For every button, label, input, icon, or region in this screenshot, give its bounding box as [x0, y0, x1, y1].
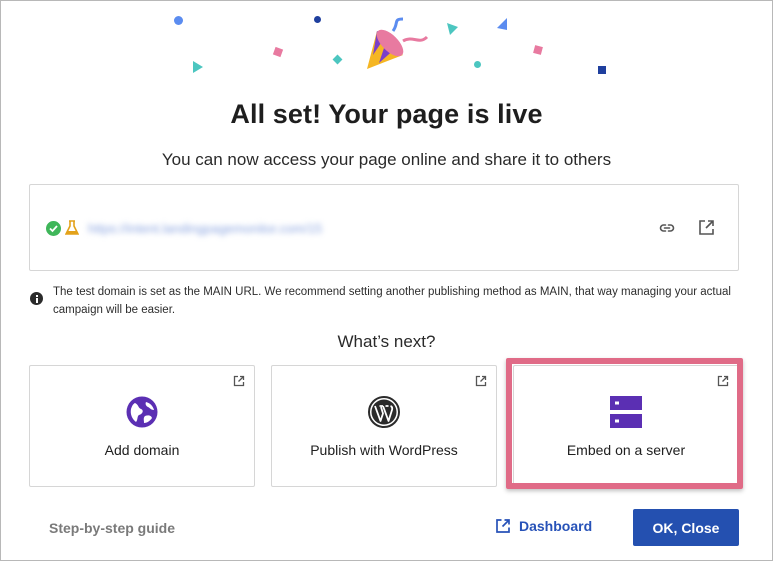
ok-close-button[interactable]: OK, Close — [633, 509, 739, 546]
card-label: Embed on a server — [566, 442, 686, 458]
external-link-icon — [496, 519, 510, 533]
info-icon — [30, 292, 43, 305]
card-label: Publish with WordPress — [310, 442, 458, 458]
wordpress-icon — [368, 396, 400, 428]
check-circle-icon — [46, 221, 61, 236]
card-label: Add domain — [104, 442, 180, 458]
page-subtitle: You can now access your page online and … — [161, 150, 612, 169]
live-url-link[interactable]: https://intent.landingpagemonitor.com/15 — [88, 221, 322, 236]
publish-success-dialog: All set! Your page is live You can now a… — [0, 0, 773, 561]
page-title: All set! Your page is live — [230, 99, 543, 129]
globe-icon — [126, 396, 158, 428]
publish-wordpress-card[interactable]: Publish with WordPress — [271, 365, 497, 487]
whats-next-heading: What’s next? — [337, 332, 436, 351]
external-link-icon[interactable] — [698, 219, 715, 236]
party-popper-icon — [367, 17, 429, 69]
external-link-icon — [475, 375, 487, 387]
link-icon[interactable] — [659, 220, 675, 236]
dashboard-label: Dashboard — [519, 518, 593, 534]
dashboard-link[interactable]: Dashboard — [495, 518, 592, 534]
server-icon — [610, 396, 642, 428]
live-url-box: https://intent.landingpagemonitor.com/15 — [29, 184, 739, 271]
flask-icon — [65, 220, 79, 235]
embed-server-card[interactable]: Embed on a server — [513, 365, 739, 487]
add-domain-card[interactable]: Add domain — [29, 365, 255, 487]
external-link-icon — [717, 375, 729, 387]
info-message: The test domain is set as the MAIN URL. … — [53, 286, 731, 316]
external-link-icon — [233, 375, 245, 387]
step-by-step-guide-link[interactable]: Step-by-step guide — [49, 520, 175, 536]
